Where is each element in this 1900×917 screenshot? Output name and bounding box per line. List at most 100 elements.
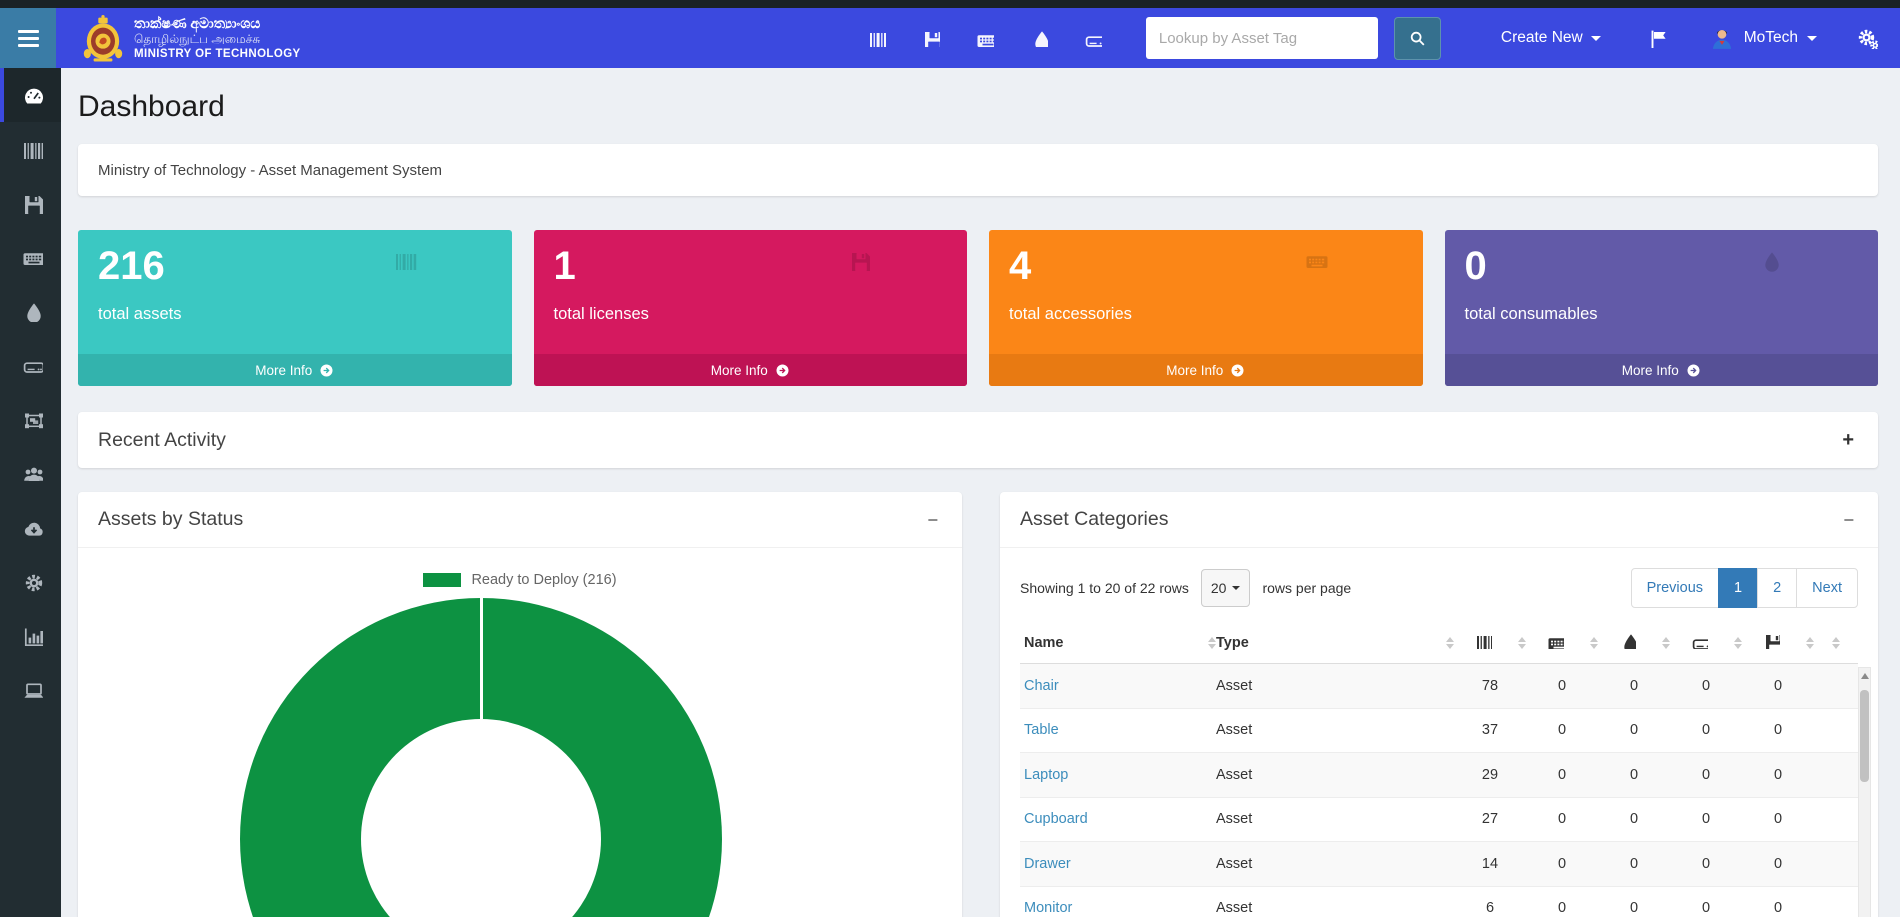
column-header-name[interactable]: Name bbox=[1020, 635, 1216, 651]
legend-swatch bbox=[423, 573, 461, 587]
arrow-circle-right-icon bbox=[1686, 363, 1701, 378]
table-header-row: Name Type bbox=[1020, 622, 1858, 664]
category-link[interactable]: Table bbox=[1024, 722, 1059, 738]
assets-by-status-panel: Assets by Status − Ready to Deploy (216) bbox=[78, 492, 962, 917]
cell-count: 37 bbox=[1454, 722, 1526, 738]
table-scrollbar[interactable] bbox=[1858, 667, 1871, 917]
table-row: Monitor Asset 6 0 0 0 0 bbox=[1020, 887, 1858, 917]
droplet-icon bbox=[22, 301, 43, 322]
sidebar-item-consumables[interactable] bbox=[0, 284, 61, 338]
sidebar-item-import[interactable] bbox=[0, 500, 61, 554]
droplet-icon bbox=[1619, 632, 1636, 653]
stat-card-consumables: 0 total consumables More Info bbox=[1445, 230, 1879, 386]
collapse-minus-icon[interactable]: − bbox=[927, 511, 938, 529]
category-link[interactable]: Chair bbox=[1024, 678, 1059, 694]
category-link[interactable]: Drawer bbox=[1024, 856, 1071, 872]
showing-rows-text: Showing 1 to 20 of 22 rows bbox=[1020, 580, 1189, 596]
search-button[interactable] bbox=[1394, 17, 1441, 60]
barcode-icon bbox=[1475, 632, 1492, 653]
sort-icon bbox=[1590, 637, 1598, 649]
scroll-up-arrow-icon[interactable] bbox=[1859, 668, 1870, 683]
sidebar-toggle-button[interactable] bbox=[0, 8, 56, 68]
sort-icon bbox=[1734, 637, 1742, 649]
cell-type: Asset bbox=[1216, 678, 1454, 694]
stat-card-assets: 216 total assets More Info bbox=[78, 230, 512, 386]
cell-count: 29 bbox=[1454, 767, 1526, 783]
user-menu-dropdown[interactable]: MoTech bbox=[1709, 25, 1817, 51]
create-new-label: Create New bbox=[1501, 29, 1583, 47]
arrow-circle-right-icon bbox=[1230, 363, 1245, 378]
column-header-licenses[interactable] bbox=[1742, 632, 1814, 653]
cell-count: 0 bbox=[1742, 811, 1814, 827]
floppy-icon[interactable] bbox=[922, 29, 940, 47]
pagination-page-1-button[interactable]: 1 bbox=[1718, 568, 1758, 608]
column-header-components[interactable] bbox=[1670, 632, 1742, 653]
category-link[interactable]: Monitor bbox=[1024, 900, 1072, 916]
floppy-icon bbox=[1763, 632, 1780, 653]
search-input[interactable] bbox=[1146, 17, 1378, 59]
sidebar-item-people[interactable] bbox=[0, 446, 61, 500]
cell-count: 0 bbox=[1670, 856, 1742, 872]
sort-icon bbox=[1832, 637, 1840, 649]
sort-icon bbox=[1518, 637, 1526, 649]
pagination-previous-button[interactable]: Previous bbox=[1631, 568, 1719, 608]
cell-count: 0 bbox=[1670, 678, 1742, 694]
page-size-dropdown[interactable]: 20 bbox=[1201, 569, 1251, 607]
chevron-down-icon bbox=[1591, 36, 1601, 41]
column-header-consumables[interactable] bbox=[1598, 632, 1670, 653]
sidebar-item-components[interactable] bbox=[0, 338, 61, 392]
rows-per-page-label: rows per page bbox=[1262, 580, 1351, 596]
cell-count: 0 bbox=[1526, 900, 1598, 916]
arrow-circle-right-icon bbox=[319, 363, 334, 378]
column-header-type[interactable]: Type bbox=[1216, 635, 1454, 651]
stat-cards: 216 total assets More Info 1 total licen… bbox=[78, 230, 1878, 386]
pagination-page-2-button[interactable]: 2 bbox=[1757, 568, 1797, 608]
cell-count: 0 bbox=[1742, 767, 1814, 783]
create-new-dropdown[interactable]: Create New bbox=[1501, 29, 1601, 47]
barcode-icon bbox=[22, 139, 43, 160]
sidebar-item-dashboard[interactable] bbox=[0, 68, 61, 122]
sidebar-item-licenses[interactable] bbox=[0, 176, 61, 230]
keyboard-icon[interactable] bbox=[976, 29, 994, 47]
table-row: Chair Asset 78 0 0 0 0 bbox=[1020, 664, 1858, 709]
donut-segment-divider bbox=[480, 598, 483, 719]
settings-cogs-icon[interactable] bbox=[1857, 28, 1878, 49]
harddrive-icon[interactable] bbox=[1084, 29, 1102, 47]
cell-count: 0 bbox=[1670, 900, 1742, 916]
category-link[interactable]: Cupboard bbox=[1024, 811, 1088, 827]
pagination-next-button[interactable]: Next bbox=[1796, 568, 1858, 608]
barcode-icon[interactable] bbox=[868, 29, 886, 47]
sidebar-item-reports[interactable] bbox=[0, 608, 61, 662]
more-info-link[interactable]: More Info bbox=[1445, 354, 1879, 386]
sidebar-item-requestable[interactable] bbox=[0, 662, 61, 716]
keyboard-icon bbox=[22, 247, 43, 268]
brand-logo[interactable]: තාක්ෂණ අමාත්‍යාංශය தொழில்நுட்ப அமைச்சு M… bbox=[82, 14, 301, 62]
sort-icon bbox=[1806, 637, 1814, 649]
flag-icon[interactable] bbox=[1647, 28, 1667, 48]
sidebar-item-settings[interactable] bbox=[0, 554, 61, 608]
more-info-link[interactable]: More Info bbox=[989, 354, 1423, 386]
cell-type: Asset bbox=[1216, 767, 1454, 783]
donut-hole bbox=[361, 719, 601, 917]
more-info-link[interactable]: More Info bbox=[78, 354, 512, 386]
more-info-link[interactable]: More Info bbox=[534, 354, 968, 386]
table-row: Laptop Asset 29 0 0 0 0 bbox=[1020, 753, 1858, 798]
column-header-assets[interactable] bbox=[1454, 632, 1526, 653]
droplet-icon[interactable] bbox=[1030, 29, 1048, 47]
legend-label: Ready to Deploy (216) bbox=[471, 572, 616, 588]
asset-categories-panel: Asset Categories − Showing 1 to 20 of 22… bbox=[1000, 492, 1878, 917]
sidebar-item-predefined-kits[interactable] bbox=[0, 392, 61, 446]
scrollbar-thumb[interactable] bbox=[1860, 690, 1869, 782]
expand-plus-icon[interactable]: + bbox=[1842, 430, 1854, 450]
category-link[interactable]: Laptop bbox=[1024, 767, 1068, 783]
hamburger-icon bbox=[18, 30, 39, 33]
collapse-minus-icon[interactable]: − bbox=[1843, 511, 1854, 529]
chart-legend[interactable]: Ready to Deploy (216) bbox=[78, 572, 962, 588]
gear-icon bbox=[22, 571, 43, 592]
harddrive-icon bbox=[1691, 632, 1708, 653]
sidebar-item-accessories[interactable] bbox=[0, 230, 61, 284]
column-header-accessories[interactable] bbox=[1526, 632, 1598, 653]
info-banner-text: Ministry of Technology - Asset Managemen… bbox=[98, 162, 442, 179]
cell-count: 0 bbox=[1598, 767, 1670, 783]
sidebar-item-assets[interactable] bbox=[0, 122, 61, 176]
